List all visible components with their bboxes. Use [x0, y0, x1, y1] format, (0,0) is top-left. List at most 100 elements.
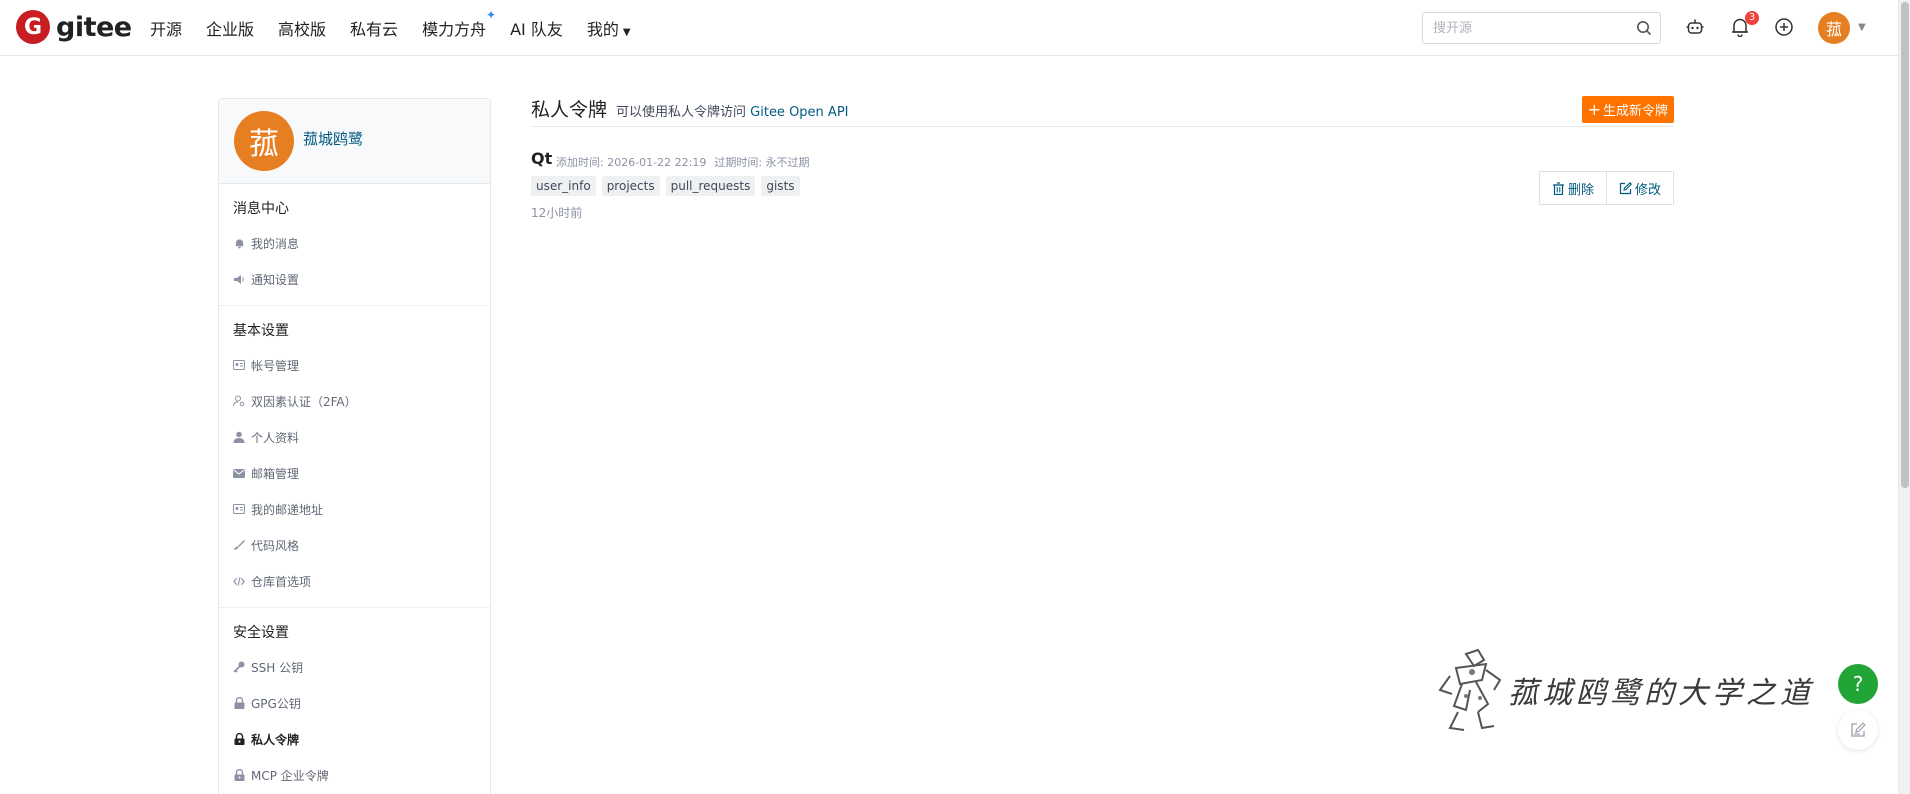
sidebar-item-email[interactable]: 邮箱管理	[219, 455, 490, 491]
sidebar-item-private-tokens[interactable]: 私人令牌	[219, 721, 490, 757]
notification-badge: 3	[1745, 11, 1759, 25]
nav-moark[interactable]: 模力方舟 ✦	[422, 8, 496, 40]
token-expire-time: 过期时间: 永不过期	[714, 156, 810, 169]
page-title: 私人令牌	[531, 99, 608, 121]
sidebar-item-gpg-keys[interactable]: GPG公钥	[219, 685, 490, 721]
sidebar-item-label: 邮箱管理	[251, 466, 300, 481]
sidebar-item-2fa[interactable]: 双因素认证（2FA）	[219, 383, 490, 419]
sidebar-item-notification-settings[interactable]: 通知设置	[219, 261, 490, 297]
token-meta: 添加时间: 2026-01-22 22:19 过期时间: 永不过期	[556, 154, 810, 170]
trash-icon	[1552, 181, 1564, 195]
code-icon	[233, 575, 245, 587]
user-icon	[233, 431, 245, 443]
gitee-logo-text: gitee	[56, 11, 132, 43]
caret-down-icon: ▼	[622, 27, 631, 38]
nav-ai-teammate[interactable]: AI 队友	[510, 16, 563, 40]
nav-education[interactable]: 高校版	[278, 16, 326, 40]
nav-private-cloud[interactable]: 私有云	[350, 16, 398, 40]
delete-token-label: 删除	[1567, 182, 1594, 198]
search-box	[1422, 12, 1661, 44]
feedback-edit-icon	[1851, 722, 1866, 737]
sidebar-item-label: GPG公钥	[251, 696, 301, 711]
sidebar-item-repo-preferences[interactable]: 仓库首选项	[219, 563, 490, 599]
watermark: 菰城鸥鹭的大学之道	[1436, 646, 1814, 734]
sidebar-item-label: 我的消息	[251, 236, 300, 251]
edit-token-button[interactable]: 修改	[1605, 172, 1673, 204]
megaphone-icon	[233, 273, 245, 285]
open-api-link[interactable]: Gitee Open API	[750, 105, 848, 120]
watermark-text: 菰城鸥鹭的大学之道	[1508, 676, 1814, 711]
sidebar-item-profile[interactable]: 个人资料	[219, 419, 490, 455]
sidebar-item-my-messages[interactable]: 我的消息	[219, 225, 490, 261]
main-content: 私人令牌 可以使用私人令牌访问 Gitee Open API + 生成新令牌 Qt…	[531, 95, 1674, 239]
brush-icon	[233, 539, 245, 551]
sidebar-item-label: 双因素认证（2FA）	[251, 394, 357, 409]
caret-down-icon[interactable]: ▼	[1858, 22, 1866, 33]
page-subtitle: 可以使用私人令牌访问 Gitee Open API	[616, 101, 849, 120]
main-nav: 开源 企业版 高校版 私有云 模力方舟 ✦ AI 队友 我的 ▼	[150, 0, 655, 56]
sidebar-item-ssh-keys[interactable]: SSH 公钥	[219, 649, 490, 685]
sidebar-item-mcp-enterprise-tokens[interactable]: MCP 企业令牌	[219, 757, 490, 793]
page-scrollbar[interactable]	[1898, 0, 1910, 794]
sidebar-item-account[interactable]: 帐号管理	[219, 347, 490, 383]
scope-tag: user_info	[531, 176, 596, 196]
settings-sidebar: 菰 菰城鸥鹭 消息中心 我的消息 通知设置 基本设置 帐号管理 双因素认证（2F…	[218, 98, 491, 794]
sparkle-icon: ✦	[486, 8, 497, 22]
menu-group-title: 消息中心	[233, 201, 289, 217]
key-icon	[233, 661, 245, 673]
menu-group-title: 基本设置	[233, 323, 289, 339]
help-button[interactable]: ?	[1838, 664, 1878, 704]
token-scopes: user_info projects pull_requests gists	[531, 176, 806, 196]
gitee-logo-icon: G	[16, 10, 50, 44]
delete-token-button[interactable]: 删除	[1539, 172, 1606, 204]
sidebar-item-code-style[interactable]: 代码风格	[219, 527, 490, 563]
menu-group-messages: 消息中心 我的消息 通知设置	[219, 184, 490, 306]
plus-icon: +	[1587, 100, 1601, 119]
search-input[interactable]	[1423, 13, 1623, 43]
search-icon[interactable]	[1636, 20, 1652, 40]
scope-tag: gists	[761, 176, 800, 196]
scrollbar-thumb[interactable]	[1901, 2, 1909, 488]
nav-open-source[interactable]: 开源	[150, 16, 182, 40]
profile-name-link[interactable]: 菰城鸥鹭	[303, 128, 363, 149]
token-added-time: 添加时间: 2026-01-22 22:19	[556, 156, 707, 169]
nav-mine-label: 我的	[586, 20, 619, 39]
id-card-icon	[233, 359, 245, 371]
edit-token-label: 修改	[1634, 182, 1661, 198]
menu-group-title: 安全设置	[233, 625, 289, 641]
lock-icon	[233, 697, 245, 709]
menu-group-security-settings: 安全设置 SSH 公钥 GPG公钥 私人令牌 MCP 企业令牌	[219, 608, 490, 794]
sidebar-item-label: 代码风格	[251, 538, 300, 553]
scope-tag: projects	[601, 176, 660, 196]
token-name: Qt	[531, 149, 553, 168]
page-header: 私人令牌 可以使用私人令牌访问 Gitee Open API + 生成新令牌	[531, 95, 1674, 127]
sidebar-item-label: 仓库首选项	[251, 574, 312, 589]
sidebar-item-label: 个人资料	[251, 430, 300, 445]
feedback-button[interactable]	[1838, 710, 1878, 750]
nav-enterprise[interactable]: 企业版	[206, 16, 254, 40]
sidebar-item-postal-address[interactable]: 我的邮递地址	[219, 491, 490, 527]
menu-group-basic-settings: 基本设置 帐号管理 双因素认证（2FA） 个人资料 邮箱管理 我的邮递地址 代码…	[219, 306, 490, 608]
sidebar-item-label: 我的邮递地址	[251, 502, 324, 517]
robot-icon[interactable]	[1684, 16, 1706, 38]
user-avatar[interactable]: 菰	[1818, 12, 1850, 44]
sidebar-item-label: 帐号管理	[251, 358, 300, 373]
envelope-icon	[233, 467, 245, 479]
gitee-logo[interactable]: G gitee	[16, 10, 132, 44]
sidebar-item-label: 通知设置	[251, 272, 300, 287]
watermark-figure-icon	[1438, 648, 1502, 731]
edit-icon	[1619, 181, 1632, 194]
nav-moark-label: 模力方舟	[422, 20, 487, 39]
generate-token-button[interactable]: + 生成新令牌	[1581, 96, 1674, 123]
scope-tag: pull_requests	[665, 176, 756, 196]
token-relative-time: 12小时前	[531, 206, 583, 220]
plus-circle-icon[interactable]	[1773, 16, 1795, 38]
bell-icon	[233, 237, 245, 249]
generate-token-label: 生成新令牌	[1602, 104, 1668, 119]
id-card-icon	[233, 503, 245, 515]
nav-mine[interactable]: 我的 ▼	[587, 16, 631, 40]
token-lock-icon	[233, 769, 245, 781]
profile-avatar[interactable]: 菰	[234, 111, 294, 171]
top-navbar: G gitee 开源 企业版 高校版 私有云 模力方舟 ✦ AI 队友 我的 ▼ …	[0, 0, 1898, 56]
token-item: Qt 添加时间: 2026-01-22 22:19 过期时间: 永不过期 user…	[531, 149, 1674, 239]
